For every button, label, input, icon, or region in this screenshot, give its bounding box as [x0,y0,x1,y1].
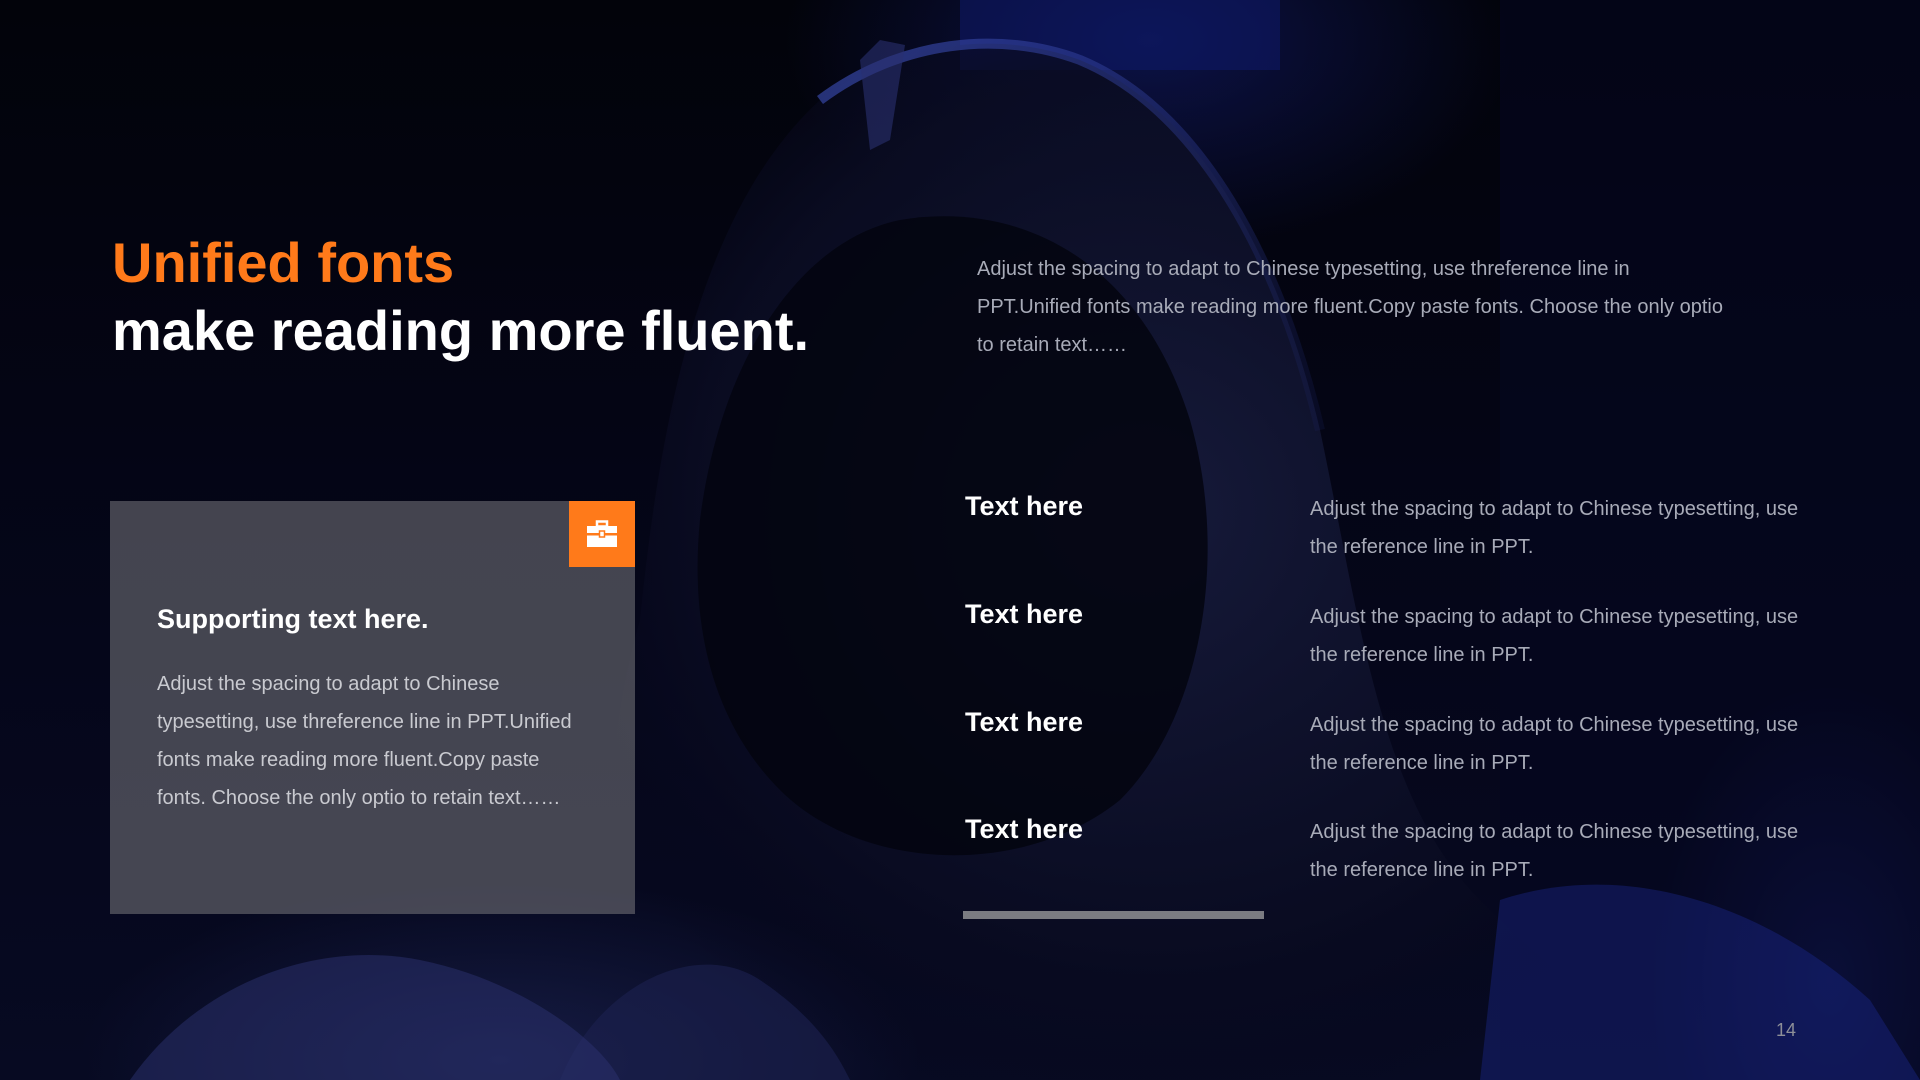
card-title: Supporting text here. [157,604,429,634]
item-description: Adjust the spacing to adapt to Chinese t… [1310,498,1799,558]
page-number: 14 [1776,1020,1797,1040]
card-icon-badge [569,501,635,567]
item-title: Text here [965,599,1084,629]
intro-paragraph: Adjust the spacing to adapt to Chinese t… [977,258,1723,356]
item-title: Text here [965,707,1084,737]
item-title: Text here [965,491,1084,521]
divider-bar [963,911,1264,919]
item-description: Adjust the spacing to adapt to Chinese t… [1310,821,1799,881]
item-description: Adjust the spacing to adapt to Chinese t… [1310,606,1799,666]
item-title: Text here [965,814,1084,844]
title-main: make reading more fluent. [112,299,810,362]
title-highlight: Unified fonts [112,231,455,294]
briefcase-icon [587,520,617,547]
slide: Unified fonts make reading more fluent. … [0,0,1920,1080]
item-description: Adjust the spacing to adapt to Chinese t… [1310,714,1799,774]
card-body-text: Adjust the spacing to adapt to Chinese t… [157,673,572,809]
